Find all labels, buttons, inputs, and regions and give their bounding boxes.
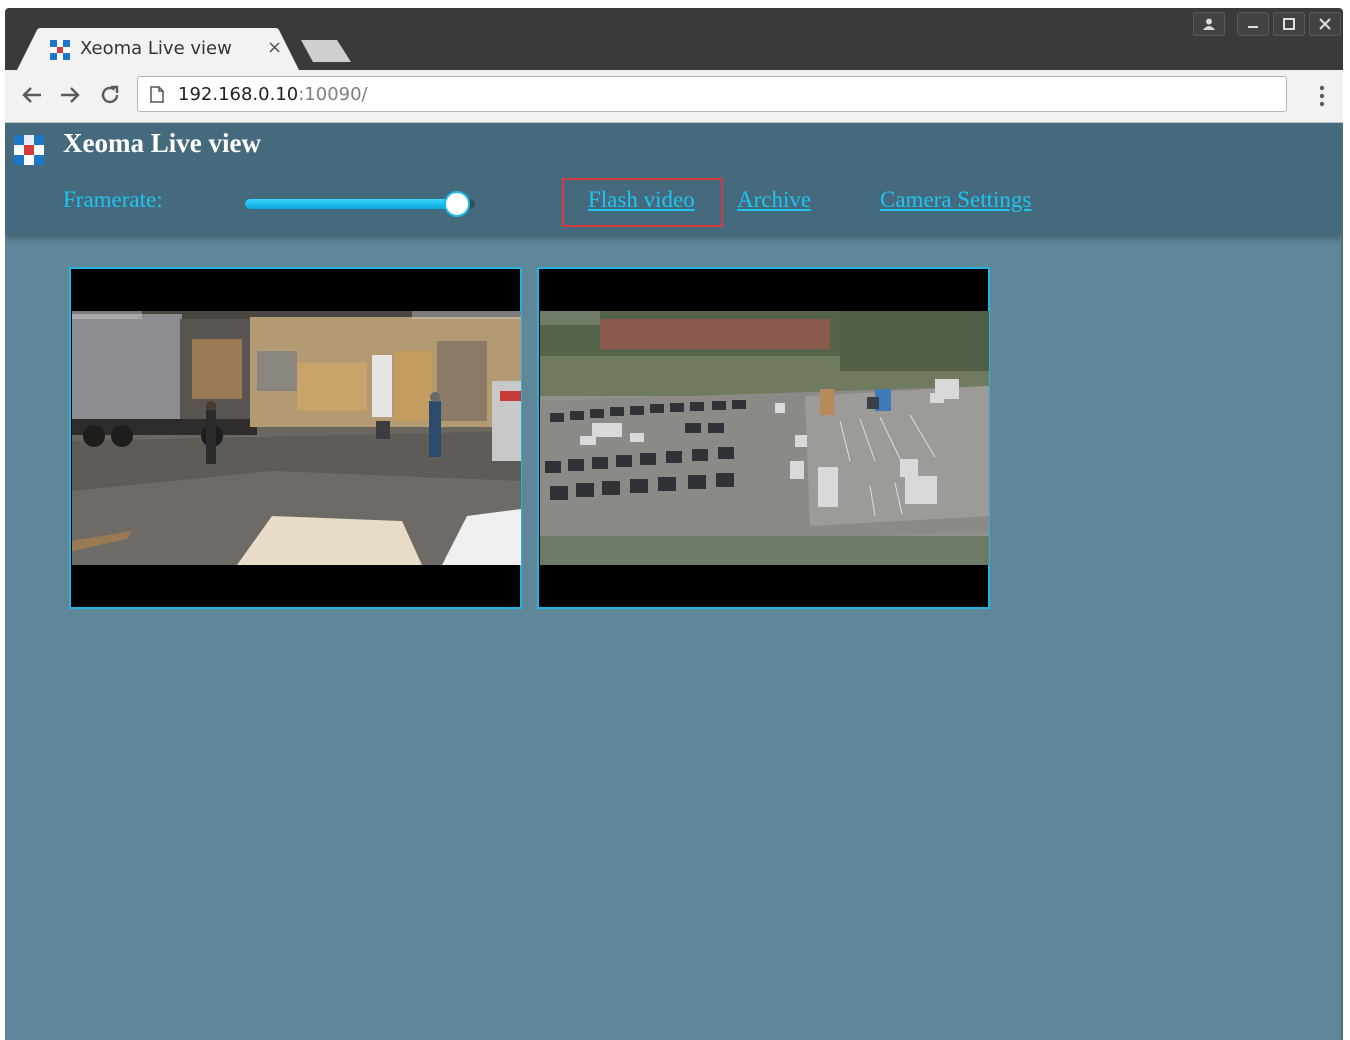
page-content: Xeoma Live view Framerate: Flash video A…: [5, 123, 1343, 1040]
maximize-icon[interactable]: [1273, 12, 1305, 36]
camera-tile-1[interactable]: [69, 267, 522, 609]
minimize-icon[interactable]: [1237, 12, 1269, 36]
address-bar[interactable]: 192.168.0.10:10090/: [137, 76, 1287, 112]
framerate-slider[interactable]: [245, 191, 475, 217]
page-header: Xeoma Live view Framerate: Flash video A…: [5, 123, 1343, 235]
user-icon[interactable]: [1193, 12, 1225, 36]
reload-icon[interactable]: [97, 82, 123, 108]
camera-feed-warehouse: [72, 311, 521, 565]
close-icon[interactable]: [1309, 12, 1341, 36]
url-host: 192.168.0.10: [178, 84, 299, 105]
tab-title: Xeoma Live view: [80, 38, 232, 59]
flash-video-link[interactable]: Flash video: [588, 187, 695, 213]
xeoma-logo-icon: [14, 135, 44, 165]
slider-handle[interactable]: [443, 191, 470, 217]
browser-toolbar: 192.168.0.10:10090/: [5, 70, 1343, 123]
back-icon[interactable]: [19, 82, 45, 108]
new-tab-button[interactable]: [301, 40, 351, 62]
browser-window: Xeoma Live view × 192.168.0.10:10090/ Xe…: [5, 8, 1343, 1040]
framerate-label: Framerate:: [63, 187, 163, 212]
page-icon: [150, 86, 164, 103]
tab-strip: Xeoma Live view ×: [5, 8, 1343, 70]
browser-tab[interactable]: Xeoma Live view ×: [17, 28, 299, 70]
page-title: Xeoma Live view: [63, 128, 261, 158]
xeoma-favicon-icon: [50, 40, 70, 60]
url-text[interactable]: 192.168.0.10:10090/: [178, 84, 368, 105]
window-controls: [1193, 12, 1341, 36]
tab-close-icon[interactable]: ×: [267, 37, 282, 58]
camera-tile-2[interactable]: [537, 267, 990, 609]
slider-fill: [245, 199, 457, 209]
forward-icon[interactable]: [57, 82, 83, 108]
page-edge: [1341, 123, 1343, 1040]
archive-link[interactable]: Archive: [737, 187, 811, 213]
url-port-path: :10090/: [298, 84, 368, 105]
menu-dots-icon[interactable]: [1317, 84, 1327, 108]
camera-feed-parking: [540, 311, 989, 565]
camera-settings-link[interactable]: Camera Settings: [880, 187, 1031, 213]
